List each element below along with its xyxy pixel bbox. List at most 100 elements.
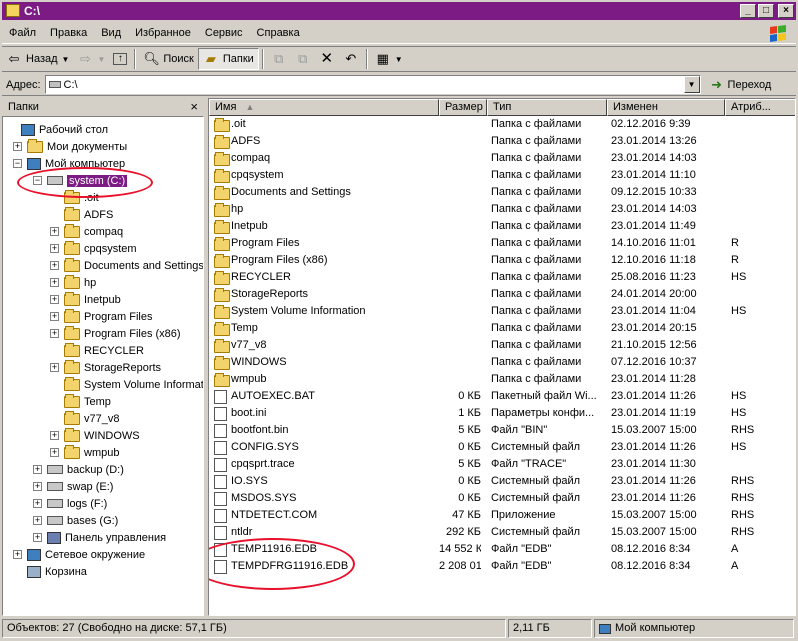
- tree-item[interactable]: Documents and Settings: [64, 257, 203, 274]
- expand-icon[interactable]: +: [33, 482, 42, 491]
- menu-item[interactable]: Избранное: [128, 23, 198, 43]
- expand-icon[interactable]: +: [33, 499, 42, 508]
- tree-item[interactable]: Рабочий стол: [21, 121, 108, 138]
- file-row[interactable]: compaq Папка с файлами 23.01.2014 14:03: [209, 150, 795, 167]
- tree-item[interactable]: StorageReports: [64, 359, 161, 376]
- file-row[interactable]: IO.SYS 0 КБ Системный файл 23.01.2014 11:26…: [209, 473, 795, 490]
- file-row[interactable]: CONFIG.SYS 0 КБ Системный файл 23.01.2014 1…: [209, 439, 795, 456]
- address-dropdown-button[interactable]: ▼: [683, 76, 700, 93]
- expand-icon[interactable]: +: [13, 142, 22, 151]
- tree-item[interactable]: bases (G:): [47, 512, 118, 529]
- menu-item[interactable]: Справка: [250, 23, 307, 43]
- tree-item[interactable]: Inetpub: [64, 291, 121, 308]
- expand-icon[interactable]: +: [33, 465, 42, 474]
- menu-item[interactable]: Правка: [43, 23, 94, 43]
- expand-icon[interactable]: +: [50, 431, 59, 440]
- maximize-button[interactable]: □: [758, 4, 774, 18]
- expand-icon[interactable]: +: [33, 533, 42, 542]
- file-row[interactable]: Temp Папка с файлами 23.01.2014 20:15: [209, 320, 795, 337]
- file-row[interactable]: Program Files Папка с файлами 14.10.2016 1…: [209, 235, 795, 252]
- tree-item[interactable]: ADFS: [64, 206, 113, 223]
- folders-button[interactable]: ▰ Папки: [197, 48, 259, 70]
- file-row[interactable]: WINDOWS Папка с файлами 07.12.2016 10:37: [209, 354, 795, 371]
- file-list[interactable]: Имя ▲ Размер Тип Изменен Атриб... .oit Па…: [208, 98, 796, 616]
- tree-item[interactable]: hp: [64, 274, 96, 291]
- expand-icon[interactable]: +: [50, 363, 59, 372]
- tree-item[interactable]: RECYCLER: [64, 342, 144, 359]
- file-row[interactable]: AUTOEXEC.BAT 0 КБ Пакетный файл Wi... 23.01…: [209, 388, 795, 405]
- tree-item[interactable]: Temp: [64, 393, 111, 410]
- chevron-down-icon[interactable]: ▼: [97, 55, 105, 64]
- tree-item[interactable]: Панель управления: [47, 529, 166, 546]
- file-row[interactable]: .oit Папка с файлами 02.12.2016 9:39: [209, 116, 795, 133]
- column-header-attributes[interactable]: Атриб...: [725, 99, 795, 116]
- file-row[interactable]: Inetpub Папка с файлами 23.01.2014 11:49: [209, 218, 795, 235]
- chevron-down-icon[interactable]: ▼: [62, 55, 70, 64]
- minimize-button[interactable]: _: [740, 4, 756, 18]
- title-bar[interactable]: C:\ _ □ ×: [2, 2, 796, 20]
- expand-icon[interactable]: +: [50, 278, 59, 287]
- tree-item[interactable]: compaq: [64, 223, 123, 240]
- forward-button[interactable]: ⇨ ▼: [73, 48, 109, 70]
- tree-item[interactable]: logs (F:): [47, 495, 107, 512]
- tree-item[interactable]: Мои документы: [27, 138, 127, 155]
- tree-item[interactable]: Сетевое окружение: [27, 546, 145, 563]
- address-input[interactable]: C:\ ▼: [44, 75, 701, 94]
- expand-icon[interactable]: +: [50, 312, 59, 321]
- file-row[interactable]: Program Files (x86) Папка с файлами 12.10.…: [209, 252, 795, 269]
- file-row[interactable]: cpqsystem Папка с файлами 23.01.2014 11:10: [209, 167, 795, 184]
- menu-item[interactable]: Сервис: [198, 23, 250, 43]
- tree-item[interactable]: backup (D:): [47, 461, 124, 478]
- expand-icon[interactable]: +: [50, 244, 59, 253]
- menu-item[interactable]: Файл: [2, 23, 43, 43]
- tree-item[interactable]: Program Files: [64, 308, 152, 325]
- close-button[interactable]: ×: [778, 4, 794, 18]
- back-button[interactable]: ⇦ Назад ▼: [2, 48, 73, 70]
- tree-item[interactable]: v77_v8: [64, 410, 119, 427]
- close-pane-icon[interactable]: ×: [190, 98, 198, 116]
- file-row[interactable]: cpqsprt.trace 5 КБ Файл "TRACE" 23.01.2014 …: [209, 456, 795, 473]
- expand-icon[interactable]: +: [50, 295, 59, 304]
- address-value[interactable]: C:\: [64, 79, 78, 91]
- expand-icon[interactable]: +: [33, 516, 42, 525]
- expand-icon[interactable]: +: [50, 329, 59, 338]
- expand-icon[interactable]: +: [50, 448, 59, 457]
- tree-item[interactable]: Program Files (x86): [64, 325, 181, 342]
- file-row[interactable]: bootfont.bin 5 КБ Файл "BIN" 15.03.2007 15:…: [209, 422, 795, 439]
- file-row[interactable]: RECYCLER Папка с файлами 25.08.2016 11:23 H…: [209, 269, 795, 286]
- file-row[interactable]: hp Папка с файлами 23.01.2014 14:03: [209, 201, 795, 218]
- file-row[interactable]: Documents and Settings Папка с файлами 09.…: [209, 184, 795, 201]
- move-to-button[interactable]: ⧉: [267, 48, 291, 70]
- tree-item[interactable]: swap (E:): [47, 478, 113, 495]
- expand-icon[interactable]: +: [50, 261, 59, 270]
- file-row[interactable]: System Volume Information Папка с файлами…: [209, 303, 795, 320]
- delete-button[interactable]: ✕: [315, 48, 339, 70]
- chevron-down-icon[interactable]: ▼: [395, 55, 403, 64]
- up-folder-button[interactable]: ↑: [109, 48, 131, 70]
- file-row[interactable]: NTDETECT.COM 47 КБ Приложение 15.03.2007 15…: [209, 507, 795, 524]
- file-row[interactable]: v77_v8 Папка с файлами 21.10.2015 12:56: [209, 337, 795, 354]
- expand-icon[interactable]: +: [13, 550, 22, 559]
- views-button[interactable]: ▦ ▼: [371, 48, 407, 70]
- column-header-size[interactable]: Размер: [439, 99, 487, 116]
- column-header-type[interactable]: Тип: [487, 99, 607, 116]
- column-header-name[interactable]: Имя ▲: [209, 99, 439, 116]
- file-row[interactable]: boot.ini 1 КБ Параметры конфи... 23.01.2014…: [209, 405, 795, 422]
- menu-item[interactable]: Вид: [94, 23, 128, 43]
- file-row[interactable]: wmpub Папка с файлами 23.01.2014 11:28: [209, 371, 795, 388]
- file-row[interactable]: MSDOS.SYS 0 КБ Системный файл 23.01.2014 11…: [209, 490, 795, 507]
- undo-button[interactable]: ↶: [339, 48, 363, 70]
- search-button[interactable]: 🔍︎ Поиск: [139, 48, 197, 70]
- tree-item[interactable]: System Volume Information: [64, 376, 203, 393]
- tree-item[interactable]: WINDOWS: [64, 427, 140, 444]
- tree-item[interactable]: cpqsystem: [64, 240, 137, 257]
- expand-icon[interactable]: +: [50, 227, 59, 236]
- collapse-icon[interactable]: −: [13, 159, 22, 168]
- file-row[interactable]: StorageReports Папка с файлами 24.01.2014 …: [209, 286, 795, 303]
- tree-item[interactable]: wmpub: [64, 444, 119, 461]
- tree-item[interactable]: Корзина: [27, 563, 87, 580]
- column-header-modified[interactable]: Изменен: [607, 99, 725, 116]
- go-button[interactable]: ➜ Переход: [709, 77, 771, 93]
- file-row[interactable]: ADFS Папка с файлами 23.01.2014 13:26: [209, 133, 795, 150]
- copy-to-button[interactable]: ⧉: [291, 48, 315, 70]
